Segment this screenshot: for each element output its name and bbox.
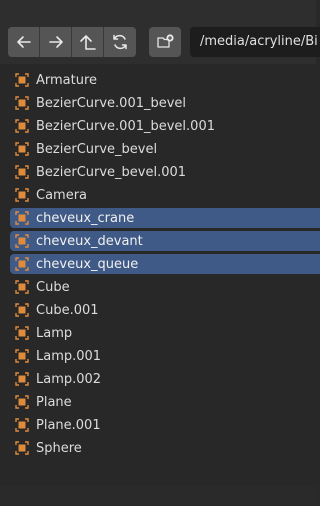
list-item-label: cheveux_crane — [36, 210, 135, 226]
list-item-label: Sphere — [36, 440, 82, 456]
list-item[interactable]: Cube — [10, 277, 320, 297]
object-icon — [15, 165, 29, 179]
file-browser-header: /media/acryline/Bi — [0, 0, 320, 64]
new-folder-icon — [157, 34, 174, 48]
list-item-label: cheveux_queue — [36, 256, 139, 272]
list-item-label: BezierCurve.001_bevel — [36, 95, 187, 111]
object-icon — [15, 418, 29, 432]
object-icon — [15, 280, 29, 294]
file-list-footer — [0, 486, 316, 506]
list-item-label: Camera — [36, 187, 88, 203]
list-item[interactable]: Plane — [10, 392, 320, 412]
object-icon — [15, 257, 29, 271]
list-item[interactable]: Lamp.002 — [10, 369, 320, 389]
file-list: Armature BezierCurve.001_bevel BezierCurve… — [0, 64, 320, 486]
object-icon — [15, 349, 29, 363]
object-icon — [15, 142, 29, 156]
list-item[interactable]: Armature — [10, 70, 320, 90]
list-item-label: Lamp — [36, 325, 73, 341]
list-item-label: BezierCurve_bevel.001 — [36, 164, 187, 180]
list-item-label: BezierCurve_bevel — [36, 141, 158, 157]
back-button[interactable] — [8, 27, 40, 57]
list-item[interactable]: Camera — [10, 185, 320, 205]
list-item-label: Cube.001 — [36, 302, 99, 318]
refresh-button[interactable] — [104, 27, 136, 57]
list-item[interactable]: Plane.001 — [10, 415, 320, 435]
list-item-label: Plane.001 — [36, 417, 101, 433]
navigation-button-group — [8, 27, 136, 57]
list-item-label: Cube — [36, 279, 70, 295]
list-item-label: Armature — [36, 72, 98, 88]
new-folder-button[interactable] — [149, 27, 181, 57]
list-item[interactable]: cheveux_devant — [10, 231, 320, 251]
object-icon — [15, 73, 29, 87]
object-icon — [15, 96, 29, 110]
arrow-right-icon — [48, 36, 63, 48]
list-item[interactable]: BezierCurve_bevel.001 — [10, 162, 320, 182]
list-item[interactable]: Sphere — [10, 438, 320, 458]
object-icon — [15, 234, 29, 248]
arrow-up-icon — [79, 35, 96, 50]
list-item[interactable]: Cube.001 — [10, 300, 320, 320]
list-item[interactable]: cheveux_queue — [10, 254, 320, 274]
object-icon — [15, 188, 29, 202]
list-item-label: Lamp.002 — [36, 371, 102, 387]
refresh-icon — [113, 34, 127, 50]
list-item[interactable]: Lamp.001 — [10, 346, 320, 366]
object-icon — [15, 303, 29, 317]
object-icon — [15, 395, 29, 409]
list-item[interactable]: BezierCurve.001_bevel.001 — [10, 116, 320, 136]
arrow-left-icon — [16, 36, 31, 48]
list-item[interactable]: cheveux_crane — [10, 208, 320, 228]
list-item-label: BezierCurve.001_bevel.001 — [36, 118, 215, 134]
list-item-label: Lamp.001 — [36, 348, 102, 364]
directory-path-input[interactable]: /media/acryline/Bi — [190, 27, 320, 57]
list-item-label: Plane — [36, 394, 72, 410]
forward-button[interactable] — [40, 27, 72, 57]
object-icon — [15, 372, 29, 386]
list-item[interactable]: BezierCurve_bevel — [10, 139, 320, 159]
list-item[interactable]: BezierCurve.001_bevel — [10, 93, 320, 113]
object-icon — [15, 326, 29, 340]
object-icon — [15, 119, 29, 133]
parent-directory-button[interactable] — [72, 27, 104, 57]
object-icon — [15, 441, 29, 455]
list-item-label: cheveux_devant — [36, 233, 143, 249]
object-icon — [15, 211, 29, 225]
list-item[interactable]: Lamp — [10, 323, 320, 343]
